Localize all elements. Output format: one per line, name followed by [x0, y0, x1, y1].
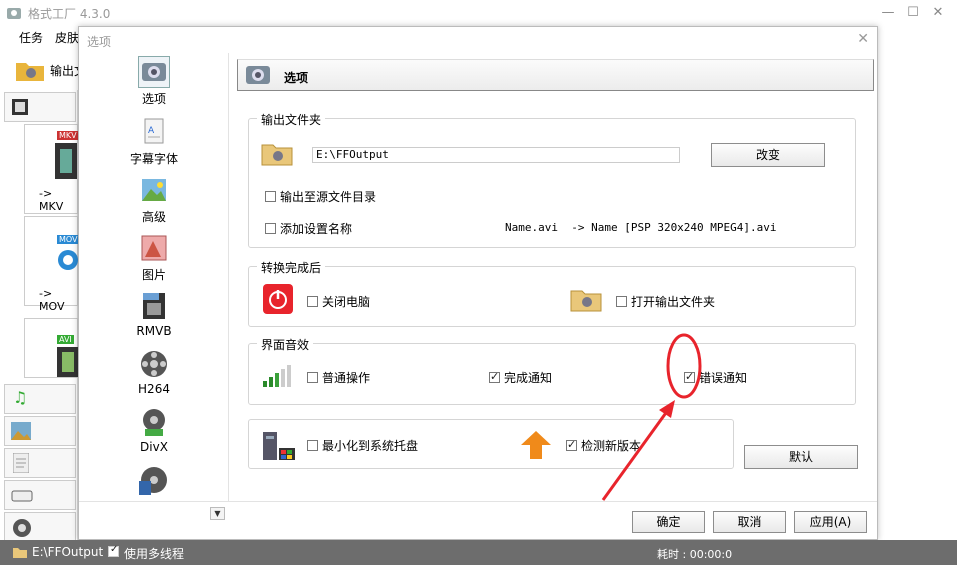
multithread-checkbox[interactable]: ✓	[108, 544, 119, 557]
main-window: 格式工厂 4.3.0 — ☐ ✕ 任务 皮肤 输出文 MKV -> MKV MO…	[0, 0, 957, 565]
status-output-path[interactable]: E:\FFOutput	[32, 545, 103, 559]
status-bar: E:\FFOutput ✓ 使用多线程 耗时 : 00:00:0	[0, 540, 957, 565]
annotation-arrowhead	[659, 400, 675, 418]
annotation-arrow	[601, 409, 670, 501]
status-folder-icon[interactable]	[12, 545, 28, 559]
elapsed-time: 耗时 : 00:00:0	[657, 548, 733, 561]
annotation-circle	[666, 333, 702, 399]
annotation-overlay	[601, 333, 702, 501]
multithread-label: 使用多线程	[124, 547, 185, 561]
